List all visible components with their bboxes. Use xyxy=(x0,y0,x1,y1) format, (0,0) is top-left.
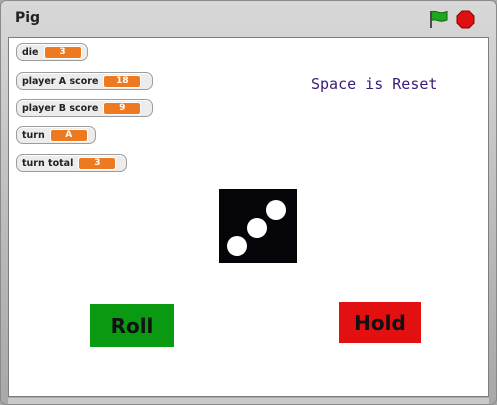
watcher-die: die 3 xyxy=(16,43,88,61)
watcher-player-b-score: player B score 9 xyxy=(16,99,153,117)
stage-window: Pig die 3 player A score 18 player B sco… xyxy=(0,0,497,405)
watcher-value: 9 xyxy=(103,101,142,115)
watcher-turn: turn A xyxy=(16,126,96,144)
die-sprite[interactable] xyxy=(219,189,297,263)
watcher-label: turn xyxy=(22,129,45,141)
roll-button[interactable]: Roll xyxy=(90,304,174,347)
die-pip xyxy=(227,236,247,256)
watcher-label: player B score xyxy=(22,102,99,114)
die-pip xyxy=(247,218,267,238)
watcher-label: turn total xyxy=(22,157,74,169)
watcher-value: 3 xyxy=(43,45,82,59)
hold-button[interactable]: Hold xyxy=(339,302,421,343)
reset-hint-text: Space is Reset xyxy=(311,75,438,93)
project-title: Pig xyxy=(15,10,41,26)
watcher-player-a-score: player A score 18 xyxy=(16,72,153,90)
title-bar: Pig xyxy=(1,1,496,37)
green-flag-icon[interactable] xyxy=(427,9,449,29)
watcher-value: 18 xyxy=(103,74,142,88)
watcher-value: A xyxy=(49,128,88,142)
stop-sign-icon[interactable] xyxy=(456,10,475,29)
watcher-value: 3 xyxy=(78,156,117,170)
die-pip xyxy=(266,200,286,220)
watcher-turn-total: turn total 3 xyxy=(16,154,127,172)
stage-canvas[interactable]: die 3 player A score 18 player B score 9… xyxy=(8,37,489,397)
watcher-label: die xyxy=(22,46,39,58)
watcher-label: player A score xyxy=(22,75,99,87)
stage-bottom-bar xyxy=(8,398,489,404)
